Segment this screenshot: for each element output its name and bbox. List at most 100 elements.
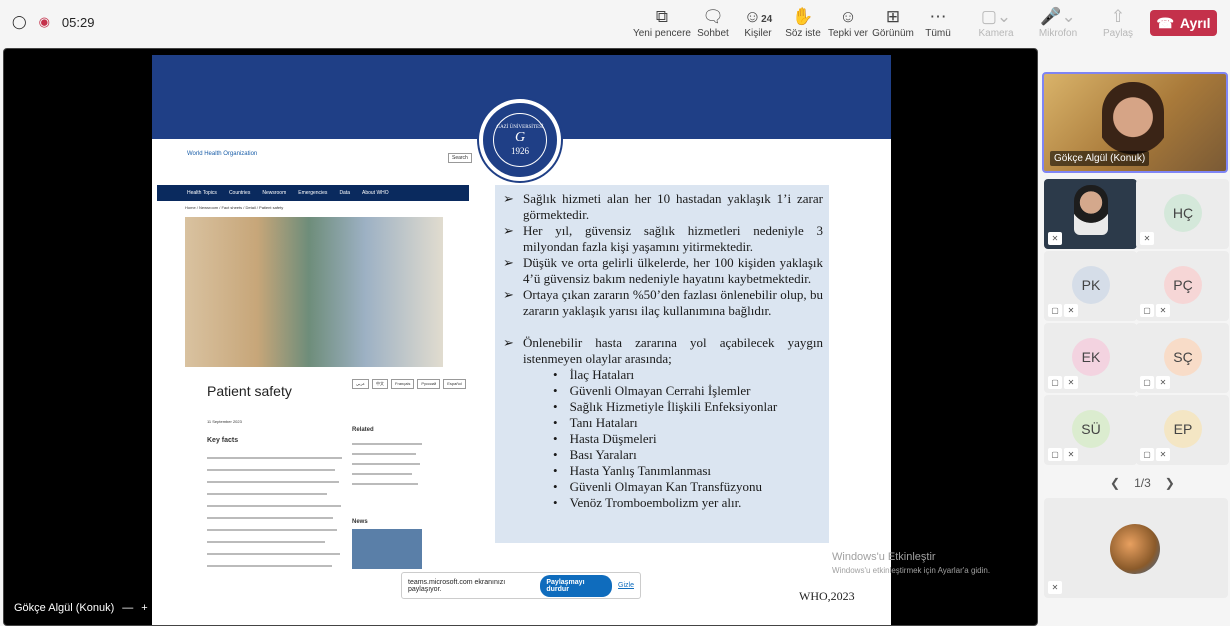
text-line — [207, 493, 327, 495]
participant-video-tile[interactable]: ✕ — [1044, 179, 1137, 249]
text-line — [352, 453, 416, 455]
new-window-icon: ⧉ — [655, 7, 669, 26]
arrow-bullet-icon: ➢ — [503, 191, 514, 206]
speaker-name: Gökçe Algül (Konuk) — [1050, 151, 1150, 166]
text-line — [207, 541, 325, 543]
camera-off-icon: ▢ — [1140, 304, 1154, 317]
text-line — [207, 505, 341, 507]
text-line — [207, 553, 340, 555]
meeting-toolbar: ◯ ◉ 05:29 ⧉ Yeni pencere 🗨 Sohbet ☺24 Kişil… — [0, 0, 1230, 46]
participant-tile[interactable]: HÇ ✕ — [1136, 179, 1229, 249]
mic-off-icon: ✕ — [1064, 376, 1078, 389]
people-count: 24 — [761, 14, 773, 25]
who-page-title: Patient safety — [207, 383, 292, 399]
hand-icon: ✋ — [792, 7, 814, 26]
avatar: HÇ — [1164, 194, 1202, 232]
presentation-slide: GAZİ ÜNİVERSİTESİ G 1926 World Health Or… — [152, 55, 891, 625]
who-org-name: World Health Organization — [187, 151, 258, 157]
who-nav: Health Topics Countries Newsroom Emergen… — [157, 185, 469, 201]
camera-off-icon: ▢ — [1048, 376, 1062, 389]
mic-off-icon: ✕ — [1048, 581, 1062, 594]
avatar: EP — [1164, 410, 1202, 448]
list-item: • Venöz Tromboembolizm yer alır. — [553, 495, 742, 510]
arrow-bullet-icon: ➢ — [503, 335, 514, 350]
stop-sharing-button[interactable]: Paylaşmayı durdur — [540, 574, 613, 597]
list-item: • Tanı Hataları — [553, 415, 638, 430]
bullet-item: ➢ Her yıl, güvensiz sağlık hizmetleri ned… — [503, 223, 823, 254]
bullet-item: ➢ Düşük ve orta gelirli ülkelerde, her 10… — [503, 255, 823, 286]
text-line — [352, 463, 420, 465]
arrow-bullet-icon: ➢ — [503, 287, 514, 302]
source-citation: WHO,2023 — [799, 589, 855, 603]
share-button[interactable]: ⇧ Paylaş — [1088, 6, 1148, 39]
mic-button[interactable]: 🎤⌄ Mikrofon — [1028, 6, 1088, 39]
arrow-bullet-icon: ➢ — [503, 223, 514, 238]
list-item: • Güvenli Olmayan Cerrahi İşlemler — [553, 383, 751, 398]
shared-screen: GAZİ ÜNİVERSİTESİ G 1926 World Health Or… — [3, 48, 1038, 626]
avatar: SÇ — [1164, 338, 1202, 376]
who-webpage-image: World Health Organization Search Health … — [152, 147, 482, 625]
leave-button[interactable]: ☎ Ayrıl — [1150, 10, 1217, 36]
avatar: PK — [1072, 266, 1110, 304]
participant-gallery: Gökçe Algül (Konuk) ✕ HÇ ✕ PK ▢ ✕ PÇ ▢ ✕ E… — [1040, 70, 1230, 626]
mic-off-icon: 🎤⌄ — [1040, 7, 1076, 26]
participant-tile[interactable]: EP ▢ ✕ — [1136, 395, 1229, 465]
bullet-item: ➢ Önlenebilir hasta zararına yol açabilec… — [503, 335, 823, 366]
phone-icon: ☎ — [1156, 14, 1174, 31]
share-icon: ⇧ — [1110, 7, 1126, 26]
avatar: EK — [1072, 338, 1110, 376]
camera-off-icon: ▢ — [1048, 304, 1062, 317]
recording-icon: ◉ — [38, 14, 50, 29]
related-heading: Related — [352, 427, 374, 433]
camera-button[interactable]: ▢⌄ Kamera — [966, 6, 1026, 39]
chevron-right-icon[interactable]: ❯ — [1165, 476, 1175, 490]
university-logo: GAZİ ÜNİVERSİTESİ G 1926 — [479, 99, 561, 181]
participant-tile[interactable]: SÇ ▢ ✕ — [1136, 323, 1229, 393]
bullet-item: ➢ Sağlık hizmeti alan her 10 hastadan yak… — [503, 191, 823, 222]
more-icon: ⋯ — [929, 7, 947, 26]
camera-off-icon: ▢⌄ — [980, 7, 1012, 26]
minimize-icon[interactable]: — — [122, 602, 133, 614]
avatar — [1110, 524, 1160, 574]
participant-tile[interactable]: PÇ ▢ ✕ — [1136, 251, 1229, 321]
camera-off-icon: ▢ — [1048, 448, 1062, 461]
text-line — [207, 481, 339, 483]
participant-video — [1074, 185, 1108, 235]
page-indicator: 1/3 — [1134, 476, 1151, 490]
news-thumbnail — [352, 529, 422, 569]
more-button[interactable]: ⋯ Tümü — [908, 6, 968, 39]
expand-icon[interactable]: + — [141, 602, 147, 614]
list-item: • Güvenli Olmayan Kan Transfüzyonu — [553, 479, 763, 494]
participant-tile-large[interactable]: ✕ — [1044, 498, 1228, 598]
text-line — [207, 469, 335, 471]
mic-off-icon: ✕ — [1048, 232, 1062, 245]
patient-photo — [185, 217, 443, 367]
text-line — [352, 483, 418, 485]
presenter-label: Gökçe Algül (Konuk) — + — [14, 602, 148, 614]
active-speaker-tile[interactable]: Gökçe Algül (Konuk) — [1042, 72, 1228, 173]
who-breadcrumb: Home / Newsroom / Fact sheets / Detail /… — [185, 205, 284, 210]
mic-off-icon: ✕ — [1156, 448, 1170, 461]
mic-off-icon: ✕ — [1140, 232, 1154, 245]
text-line — [207, 517, 333, 519]
who-search: Search — [448, 153, 472, 163]
participant-tile[interactable]: SÜ ▢ ✕ — [1044, 395, 1137, 465]
list-item: • İlaç Hataları — [553, 367, 635, 382]
chat-icon: 🗨 — [702, 7, 724, 26]
shield-icon: ◯ — [12, 14, 27, 29]
mic-off-icon: ✕ — [1156, 376, 1170, 389]
news-heading: News — [352, 519, 368, 525]
adverse-events-list: • İlaç Hataları • Güvenli Olmayan Cerrahi … — [553, 367, 823, 511]
participant-tile[interactable]: EK ▢ ✕ — [1044, 323, 1137, 393]
text-line — [352, 473, 412, 475]
participant-tile[interactable]: PK ▢ ✕ — [1044, 251, 1137, 321]
windows-activation-watermark: Windows'u Etkinleştir Windows'u etkinleş… — [832, 551, 991, 575]
mic-off-icon: ✕ — [1064, 304, 1078, 317]
text-line — [207, 565, 332, 567]
smiley-icon: ☺ — [839, 7, 857, 26]
list-item: • Bası Yaraları — [553, 447, 637, 462]
hide-link[interactable]: Gizle — [618, 582, 634, 589]
chevron-left-icon[interactable]: ❮ — [1110, 476, 1120, 490]
camera-off-icon: ▢ — [1140, 448, 1154, 461]
text-line — [352, 443, 422, 445]
